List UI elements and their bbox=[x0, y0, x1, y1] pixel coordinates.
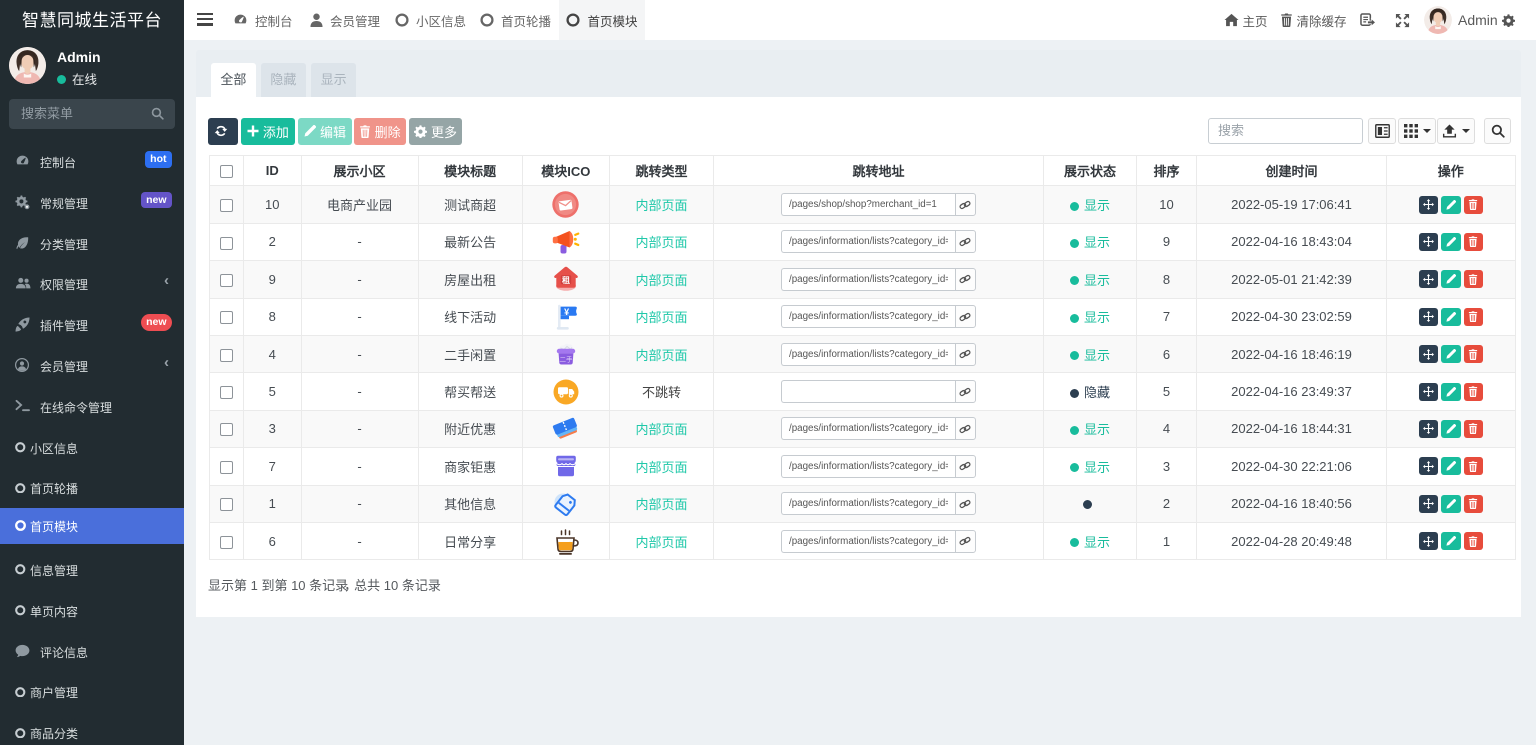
svg-text:二手: 二手 bbox=[559, 354, 573, 363]
svg-text:¥: ¥ bbox=[564, 307, 569, 317]
svg-text:租: 租 bbox=[562, 275, 570, 285]
